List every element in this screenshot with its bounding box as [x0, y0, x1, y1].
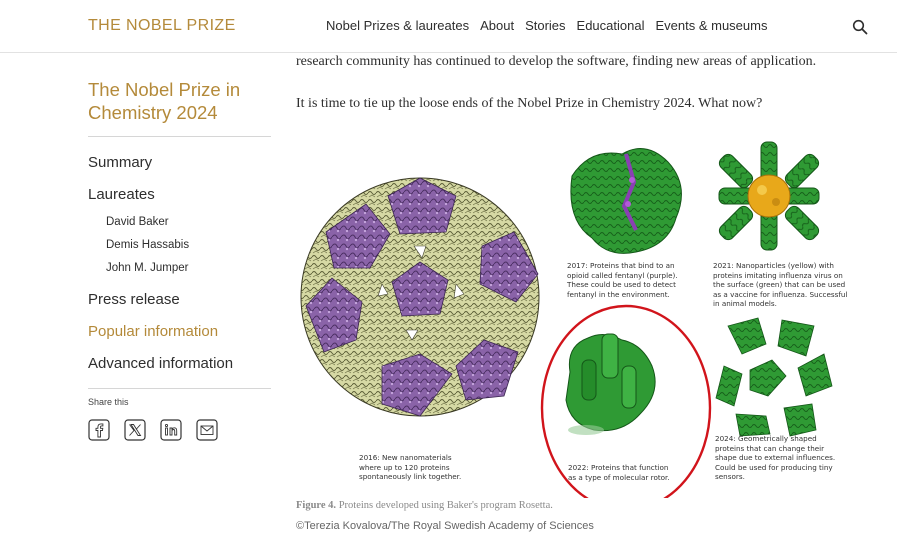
x-twitter-icon[interactable] — [124, 419, 146, 441]
search-icon[interactable] — [852, 19, 868, 35]
article-paragraph: research community has continued to deve… — [296, 54, 817, 69]
nav-prizes-laureates[interactable]: Nobel Prizes & laureates — [326, 18, 469, 33]
figure-caption: Figure 4. Proteins developed using Baker… — [296, 500, 553, 511]
nav-events-museums[interactable]: Events & museums — [655, 18, 767, 33]
figure-credit: ©Terezia Kovalova/The Royal Swedish Acad… — [296, 520, 594, 532]
sidebar-item-advanced-information[interactable]: Advanced information — [88, 348, 271, 380]
protein-cage-2016 — [300, 177, 540, 417]
site-logo[interactable]: THE NOBEL PRIZE — [88, 17, 236, 35]
sidebar-item-laureates[interactable]: Laureates — [88, 179, 271, 211]
nanoparticle-2021 — [718, 141, 820, 251]
sidebar-item-popular-information[interactable]: Popular information — [88, 316, 271, 348]
caption-2016: 2016: New nanomaterials where up to 120 p… — [359, 453, 462, 481]
facebook-icon[interactable] — [88, 419, 110, 441]
nav-stories[interactable]: Stories — [525, 18, 565, 33]
figure-caption-label: Figure 4. — [296, 500, 337, 511]
sidebar-title: The Nobel Prize in Chemistry 2024 — [88, 79, 241, 123]
site-header: THE NOBEL PRIZE Nobel Prizes & laureates… — [0, 0, 897, 53]
share-buttons — [88, 419, 271, 441]
main-nav: Nobel Prizes & laureates About Stories E… — [326, 18, 778, 33]
figure-caption-text: Proteins developed using Baker's program… — [336, 500, 553, 511]
figure-rosetta-proteins: 2016: New nanomaterials where up to 120 p… — [296, 134, 860, 512]
protein-fentanyl-binder-2017 — [570, 148, 682, 254]
nav-educational[interactable]: Educational — [577, 18, 645, 33]
sidebar-divider — [88, 136, 271, 137]
sidebar-laureate-hassabis[interactable]: Demis Hassabis — [88, 234, 271, 257]
sidebar-laureate-baker[interactable]: David Baker — [88, 211, 271, 234]
linkedin-icon[interactable] — [160, 419, 182, 441]
sidebar-laureate-jumper[interactable]: John M. Jumper — [88, 257, 271, 280]
share-label: Share this — [88, 397, 129, 407]
caption-2024: 2024: Geometrically shaped proteins that … — [715, 434, 836, 481]
nav-about[interactable]: About — [480, 18, 514, 33]
sidebar: The Nobel Prize in Chemistry 2024 Summar… — [88, 78, 271, 441]
sidebar-item-summary[interactable]: Summary — [88, 147, 271, 179]
caption-2021: 2021: Nanoparticles (yellow) with protein… — [713, 261, 848, 308]
email-icon[interactable] — [196, 419, 218, 441]
article-paragraph: It is time to tie up the loose ends of t… — [296, 96, 763, 111]
caption-2022: 2022: Proteins that function as a type of… — [568, 463, 670, 482]
sidebar-item-press-release[interactable]: Press release — [88, 284, 271, 316]
protein-geometric-2024 — [715, 317, 833, 437]
caption-2017: 2017: Proteins that bind to an opioid cal… — [567, 261, 678, 299]
protein-rotor-2022 — [565, 333, 656, 435]
share-divider — [88, 388, 271, 389]
